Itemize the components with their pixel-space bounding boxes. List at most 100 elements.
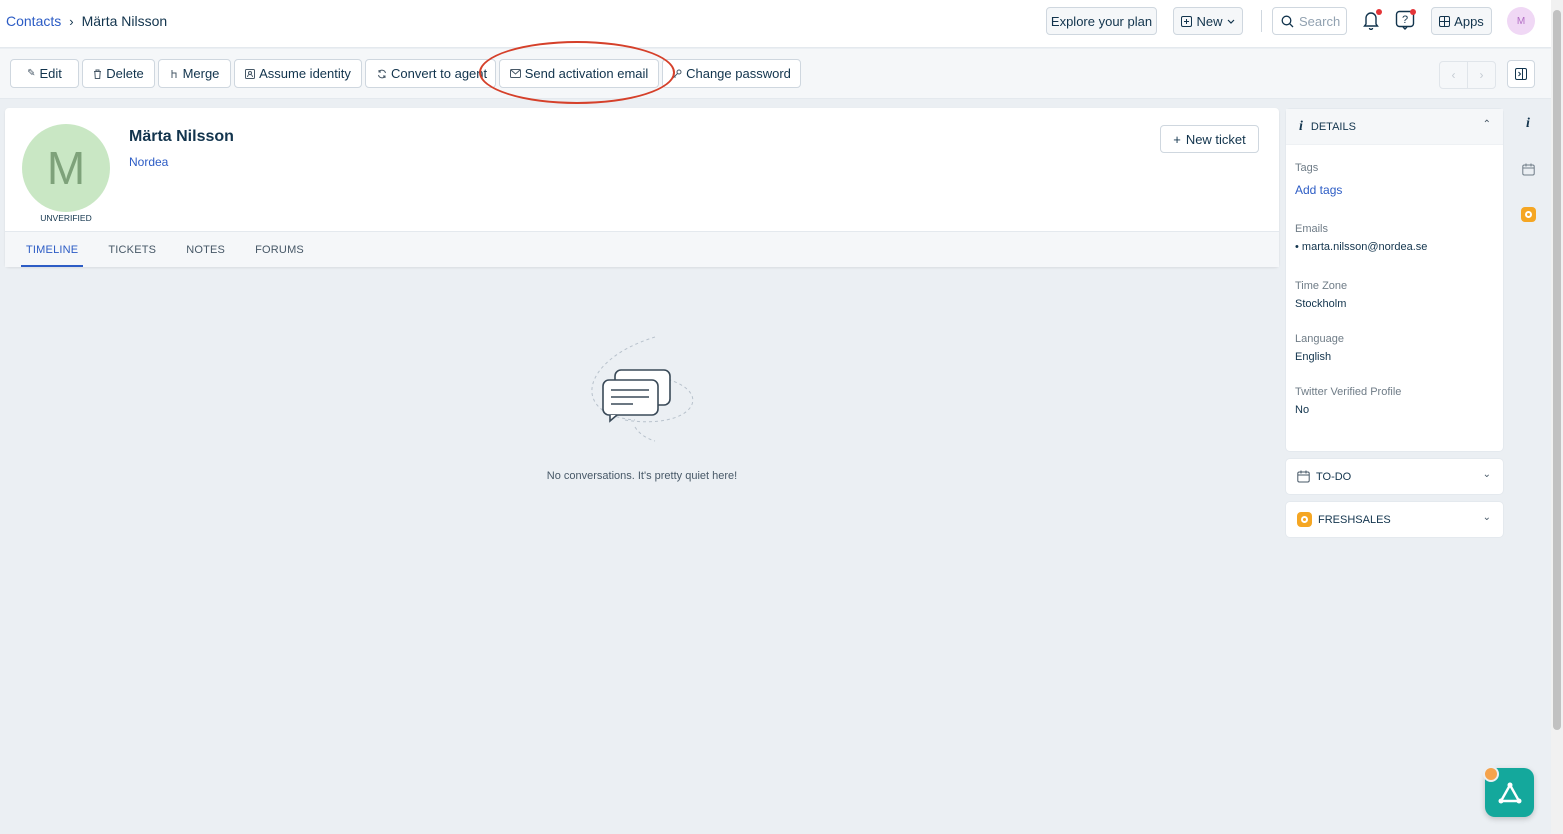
twitter-field: Twitter Verified Profile No bbox=[1295, 386, 1401, 416]
freshsales-title: FRESHSALES bbox=[1318, 513, 1391, 526]
language-field: Language English bbox=[1295, 333, 1344, 363]
change-password-button[interactable]: Change password bbox=[662, 59, 801, 88]
breadcrumb-separator: › bbox=[69, 13, 74, 29]
notification-dot bbox=[1376, 9, 1382, 15]
details-header[interactable]: i DETAILS ⌃ bbox=[1286, 109, 1503, 145]
contact-name: Märta Nilsson bbox=[129, 128, 234, 145]
plus-icon: + bbox=[1173, 131, 1181, 147]
search-input[interactable]: Search bbox=[1272, 7, 1347, 35]
id-card-icon bbox=[245, 68, 256, 79]
search-icon bbox=[1281, 15, 1294, 27]
twitter-value: No bbox=[1295, 404, 1310, 416]
page-scrollbar[interactable] bbox=[1551, 0, 1563, 834]
previous-record-button[interactable]: ‹ bbox=[1440, 62, 1467, 88]
header-divider bbox=[1261, 10, 1262, 32]
tab-tickets[interactable]: TICKETS bbox=[96, 232, 168, 267]
sidebar-panel-icon bbox=[1515, 68, 1527, 80]
tab-forums[interactable]: FORUMS bbox=[243, 232, 316, 267]
top-header: Contacts › Märta Nilsson Explore your pl… bbox=[0, 0, 1551, 48]
help-dot bbox=[1410, 9, 1416, 15]
contact-tabs: TIMELINE TICKETS NOTES FORUMS bbox=[5, 231, 1279, 267]
details-title: DETAILS bbox=[1310, 120, 1356, 133]
freshsales-icon[interactable] bbox=[1520, 206, 1536, 222]
toggle-sidebar-button[interactable] bbox=[1507, 60, 1535, 88]
new-label: New bbox=[1196, 13, 1223, 29]
edit-button[interactable]: ✎ Edit bbox=[10, 59, 79, 88]
record-navigation: ‹ › bbox=[1439, 61, 1496, 89]
tags-field: Tags Add tags bbox=[1295, 162, 1342, 197]
breadcrumb: Contacts › Märta Nilsson bbox=[6, 13, 167, 29]
email-address: marta.nilsson@nordea.se bbox=[1301, 241, 1428, 253]
empty-state-message: No conversations. It's pretty quiet here… bbox=[546, 470, 738, 482]
verification-status: UNVERIFIED bbox=[40, 213, 92, 223]
twitter-label: Twitter Verified Profile bbox=[1295, 386, 1402, 398]
explore-plan-label: Explore your plan bbox=[1050, 13, 1153, 29]
add-tags-link[interactable]: Add tags bbox=[1295, 183, 1342, 197]
help-button[interactable]: ? bbox=[1393, 8, 1417, 32]
language-value: English bbox=[1295, 351, 1332, 363]
convert-to-agent-button[interactable]: Convert to agent bbox=[365, 59, 496, 88]
timezone-value: Stockholm bbox=[1295, 298, 1347, 310]
freshsales-panel[interactable]: FRESHSALES ⌄ bbox=[1285, 501, 1504, 538]
info-icon[interactable]: i bbox=[1520, 116, 1536, 132]
user-avatar[interactable]: M bbox=[1507, 7, 1535, 35]
timezone-label: Time Zone bbox=[1295, 280, 1348, 292]
chevron-down-icon bbox=[1227, 19, 1234, 24]
chevron-down-icon: ⌄ bbox=[1482, 469, 1491, 480]
chevron-right-icon: › bbox=[1479, 68, 1484, 82]
breadcrumb-current: Märta Nilsson bbox=[81, 13, 168, 29]
notifications-button[interactable] bbox=[1359, 8, 1383, 32]
new-button[interactable]: New bbox=[1173, 7, 1243, 35]
breadcrumb-contacts-link[interactable]: Contacts bbox=[6, 13, 61, 29]
calendar-icon bbox=[1297, 470, 1310, 483]
send-activation-email-button[interactable]: Send activation email bbox=[499, 59, 659, 88]
contact-company-link[interactable]: Nordea bbox=[129, 155, 168, 169]
chat-bubbles-icon bbox=[591, 336, 694, 442]
timezone-field: Time Zone Stockholm bbox=[1295, 280, 1347, 310]
tags-label: Tags bbox=[1295, 162, 1319, 174]
edit-label: Edit bbox=[39, 66, 62, 81]
search-placeholder: Search bbox=[1299, 13, 1341, 29]
chevron-left-icon: ‹ bbox=[1451, 68, 1456, 82]
plus-square-icon bbox=[1181, 15, 1193, 27]
calendar-icon[interactable] bbox=[1520, 161, 1536, 177]
right-icon-strip: i bbox=[1512, 100, 1544, 834]
empty-state-illustration bbox=[540, 335, 744, 448]
chevron-down-icon: ⌄ bbox=[1482, 512, 1491, 523]
info-icon: i bbox=[1299, 118, 1303, 134]
key-icon bbox=[672, 69, 682, 78]
mail-icon bbox=[509, 69, 521, 78]
chevron-up-icon: ⌃ bbox=[1482, 119, 1491, 130]
fab-notification-dot bbox=[1483, 766, 1499, 782]
convert-to-agent-label: Convert to agent bbox=[391, 66, 488, 81]
freshsales-icon bbox=[1297, 512, 1312, 527]
svg-text:?: ? bbox=[1402, 14, 1408, 26]
next-record-button[interactable]: › bbox=[1467, 62, 1495, 88]
contact-card: M UNVERIFIED Märta Nilsson Nordea + New … bbox=[5, 108, 1279, 267]
apps-label: Apps bbox=[1454, 13, 1484, 29]
apps-button[interactable]: Apps bbox=[1431, 7, 1492, 35]
new-ticket-label: New ticket bbox=[1185, 131, 1246, 147]
explore-plan-button[interactable]: Explore your plan bbox=[1046, 7, 1157, 35]
details-panel: i DETAILS ⌃ Tags Add tags Emails • marta… bbox=[1285, 108, 1504, 452]
apps-grid-icon bbox=[1439, 15, 1451, 27]
emails-field: Emails • marta.nilsson@nordea.se bbox=[1295, 223, 1427, 253]
delete-label: Delete bbox=[106, 66, 144, 81]
assistant-network-icon bbox=[1498, 782, 1521, 803]
scrollbar-thumb[interactable] bbox=[1553, 10, 1561, 730]
action-toolbar: ✎ Edit Delete Merge Assume identity Conv… bbox=[0, 49, 1551, 99]
delete-button[interactable]: Delete bbox=[82, 59, 155, 88]
tab-notes[interactable]: NOTES bbox=[174, 232, 237, 267]
assume-identity-button[interactable]: Assume identity bbox=[234, 59, 362, 88]
change-password-label: Change password bbox=[686, 66, 791, 81]
merge-button[interactable]: Merge bbox=[158, 59, 231, 88]
emails-label: Emails bbox=[1295, 223, 1329, 235]
new-ticket-button[interactable]: + New ticket bbox=[1160, 125, 1259, 153]
contact-avatar: M bbox=[22, 124, 110, 212]
tab-timeline[interactable]: TIMELINE bbox=[14, 232, 90, 267]
assume-identity-label: Assume identity bbox=[259, 66, 351, 81]
trash-icon bbox=[94, 69, 102, 79]
merge-icon bbox=[171, 69, 177, 78]
edit-icon: ✎ bbox=[27, 68, 36, 79]
todo-panel[interactable]: TO-DO ⌄ bbox=[1285, 458, 1504, 495]
